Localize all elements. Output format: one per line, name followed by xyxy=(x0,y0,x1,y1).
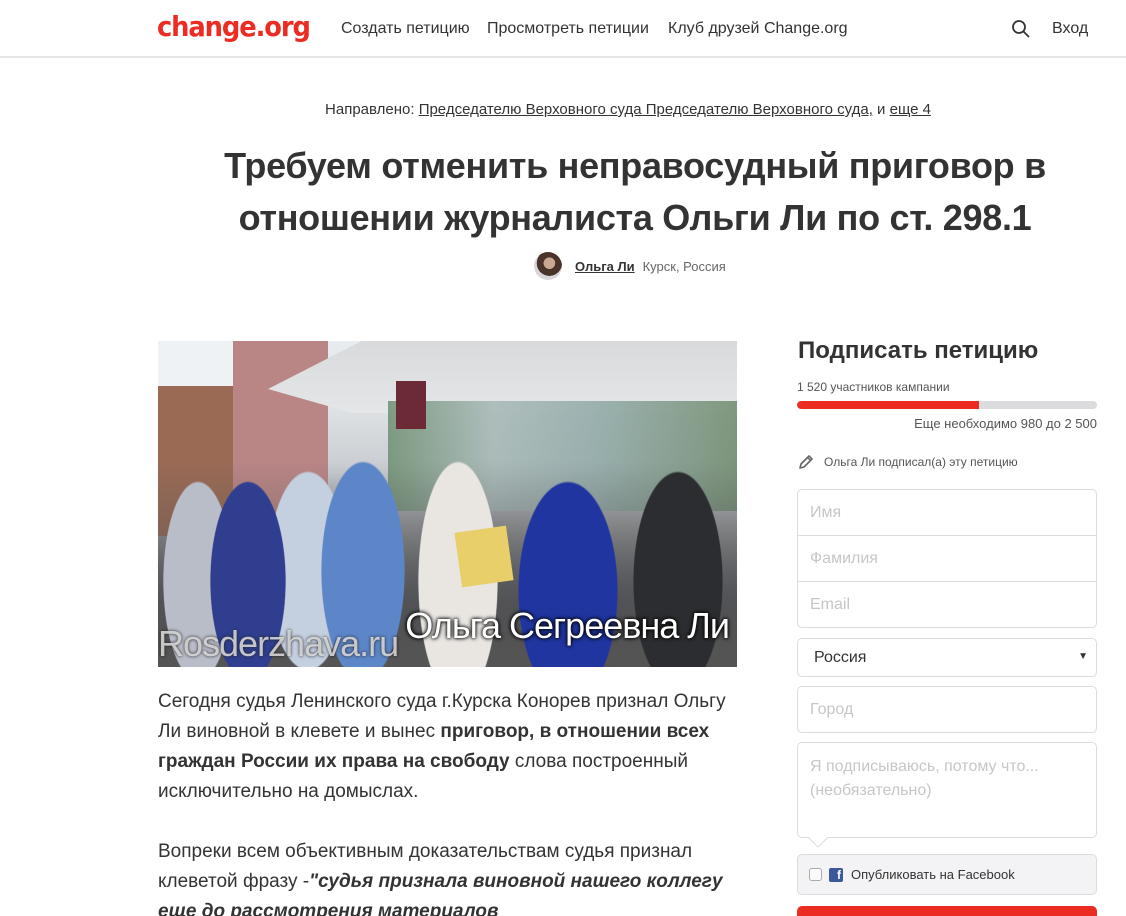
facebook-share-option: f Опубликовать на Facebook xyxy=(797,854,1097,895)
sign-petition-heading: Подписать петицию xyxy=(798,337,1039,364)
dropdown-arrow-icon: ▼ xyxy=(1078,651,1088,662)
reason-textarea[interactable] xyxy=(797,742,1097,838)
petition-photo: Rosderzhava.ru Ольга Сегреевна Ли xyxy=(158,341,737,667)
facebook-share-checkbox[interactable] xyxy=(809,868,822,881)
progress-fill xyxy=(797,401,980,409)
petition-description: Сегодня судья Ленинского суда г.Курска К… xyxy=(158,687,733,916)
nav-browse-petitions[interactable]: Просмотреть петиции xyxy=(487,20,649,38)
facebook-icon: f xyxy=(829,867,843,882)
sign-petition-button[interactable] xyxy=(797,906,1097,916)
city-input[interactable] xyxy=(797,686,1097,733)
supporters-count: 1 520 участников кампании xyxy=(797,380,950,394)
recent-signer-text: Ольга Ли подписал(а) эту петицию xyxy=(824,455,1018,469)
petition-title: Требуем отменить неправосудный приговор … xyxy=(224,145,1046,238)
change-org-logo[interactable]: change.org xyxy=(157,10,311,43)
photo-caption: Ольга Сегреевна Ли xyxy=(405,605,730,646)
directed-label: Направлено: xyxy=(325,101,415,118)
photo-documents xyxy=(454,525,514,588)
signer-details-group xyxy=(797,489,1097,628)
petition-author: Ольга Ли Курск, Россия xyxy=(534,252,726,280)
top-navigation-bar: change.org Создать петицию Просмотреть п… xyxy=(0,0,1126,58)
pencil-icon xyxy=(797,453,815,471)
signature-progress-bar xyxy=(797,401,1097,409)
recipient-link[interactable]: Председателю Верховного суда Председател… xyxy=(419,101,873,118)
photo-watermark: Rosderzhava.ru xyxy=(158,623,399,664)
photo-court-sign xyxy=(396,381,426,429)
author-location: Курск, Россия xyxy=(642,258,726,274)
description-paragraph: Сегодня судья Ленинского суда г.Курска К… xyxy=(158,687,733,807)
description-paragraph: Вопреки всем объективным доказательствам… xyxy=(158,837,733,916)
country-select[interactable]: Россия ▼ xyxy=(797,638,1097,677)
more-recipients-link[interactable]: еще 4 xyxy=(890,101,931,118)
recent-signer: Ольга Ли подписал(а) эту петицию xyxy=(797,453,1018,471)
nav-create-petition[interactable]: Создать петицию xyxy=(341,20,470,38)
author-avatar[interactable] xyxy=(534,252,562,280)
reason-field-wrapper xyxy=(797,742,1097,848)
facebook-share-label[interactable]: Опубликовать на Facebook xyxy=(851,867,1015,882)
directed-and: и xyxy=(877,101,886,118)
search-icon[interactable] xyxy=(1011,19,1031,39)
last-name-input[interactable] xyxy=(798,536,1096,582)
country-selected-value: Россия xyxy=(814,648,867,666)
first-name-input[interactable] xyxy=(798,490,1096,536)
signatures-needed: Еще необходимо 980 до 2 500 xyxy=(914,416,1097,431)
nav-friends-club[interactable]: Клуб друзей Change.org xyxy=(668,20,848,38)
author-name-link[interactable]: Ольга Ли xyxy=(575,259,635,274)
petition-recipients: Направлено: Председателю Верховного суда… xyxy=(0,101,1126,118)
login-link[interactable]: Вход xyxy=(1052,20,1088,38)
email-input[interactable] xyxy=(798,582,1096,627)
